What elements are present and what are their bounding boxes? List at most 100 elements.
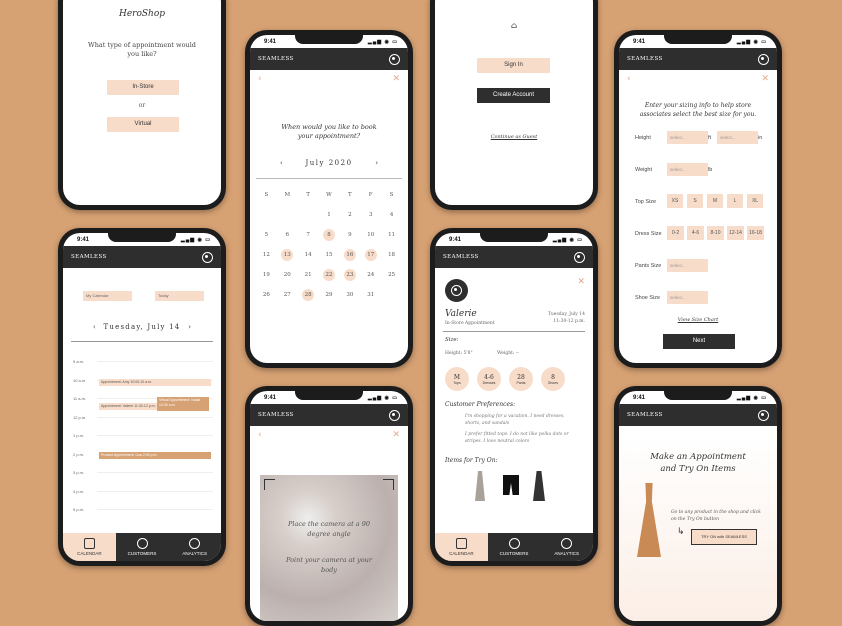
calendar-day[interactable]: 26 xyxy=(256,289,277,301)
calendar-day[interactable]: 19 xyxy=(256,269,277,281)
calendar-day[interactable]: 21 xyxy=(298,269,319,281)
calendar-day[interactable]: 30 xyxy=(339,289,360,301)
tab-analytics[interactable]: ANALYTICS xyxy=(540,533,593,561)
calendar-day[interactable]: 17 xyxy=(364,249,377,261)
time-label: 2 p.m. xyxy=(73,451,85,457)
calendar-day[interactable]: 3 xyxy=(360,209,381,221)
calendar-day[interactable]: 29 xyxy=(319,289,340,301)
top-size-option[interactable]: XS xyxy=(667,194,683,208)
phone-sizing-info: 9:41 ▂▄▆ ◉ ▭ SEAMLESS ‹ ✕ Enter your sizin… xyxy=(614,30,782,368)
calendar-day[interactable]: 2 xyxy=(339,209,360,221)
calendar-day[interactable]: 12 xyxy=(256,249,277,261)
close-icon[interactable]: ✕ xyxy=(392,430,400,440)
calendar-day[interactable]: 4 xyxy=(381,209,402,221)
calendar-day[interactable]: 8 xyxy=(322,229,335,241)
back-icon[interactable]: ‹ xyxy=(627,74,631,84)
divider xyxy=(71,341,213,342)
back-icon[interactable]: ‹ xyxy=(258,430,262,440)
height-in-select[interactable]: select... xyxy=(717,131,758,144)
time-gridline xyxy=(97,361,213,362)
calendar-day[interactable]: 16 xyxy=(343,249,356,261)
close-icon[interactable]: ✕ xyxy=(392,74,400,84)
user-icon[interactable] xyxy=(758,409,769,421)
pants-select[interactable]: select... xyxy=(667,259,708,272)
calendar-day[interactable]: 24 xyxy=(360,269,381,281)
sign-in-button[interactable]: Sign In xyxy=(477,58,550,73)
back-icon[interactable]: ‹ xyxy=(258,74,262,84)
calendar-day[interactable]: 28 xyxy=(302,289,315,301)
calendar-day[interactable]: 27 xyxy=(277,289,298,301)
tab-calendar[interactable]: CALENDAR xyxy=(435,533,488,561)
calendar-day[interactable]: 9 xyxy=(339,229,360,241)
event-valerie[interactable]: Appointment: Valerie 11:30-12 p.m. xyxy=(99,403,157,410)
user-icon[interactable] xyxy=(758,53,769,65)
tab-customers[interactable]: CUSTOMERS xyxy=(116,533,169,561)
calendar-day[interactable]: 6 xyxy=(277,229,298,241)
next-day-icon[interactable]: › xyxy=(188,323,191,331)
calendar-day[interactable]: 13 xyxy=(281,249,294,261)
virtual-button[interactable]: Virtual xyxy=(107,117,179,132)
user-icon[interactable] xyxy=(389,409,400,421)
weight-select[interactable]: select... xyxy=(667,163,708,176)
calendar-day[interactable]: 31 xyxy=(360,289,381,301)
customer-height: Height: 5'8" xyxy=(445,351,473,356)
shoe-select[interactable]: select... xyxy=(667,291,708,304)
user-icon[interactable] xyxy=(574,251,585,263)
dress-size-option[interactable]: 8-10 xyxy=(707,226,724,240)
logo: SEAMLESS xyxy=(443,254,479,260)
user-icon[interactable] xyxy=(389,53,400,65)
top-size-option[interactable]: L xyxy=(727,194,743,208)
top-size-option[interactable]: XL xyxy=(747,194,763,208)
top-size-option[interactable]: M xyxy=(707,194,723,208)
notch xyxy=(480,233,548,242)
tab-analytics[interactable]: ANALYTICS xyxy=(168,533,221,561)
event-nadia[interactable]: Virtual Appointment: Nadia 10:30 a.m. xyxy=(157,397,209,411)
prev-month-icon[interactable]: ‹ xyxy=(280,159,283,167)
calendar-day[interactable]: 20 xyxy=(277,269,298,281)
calendar-day[interactable]: 7 xyxy=(298,229,319,241)
dress-size-option[interactable]: 0-2 xyxy=(667,226,684,240)
item-dress-print[interactable] xyxy=(533,471,545,501)
calendar-day[interactable]: 22 xyxy=(322,269,335,281)
calendar-day[interactable]: 25 xyxy=(381,269,402,281)
top-size-option[interactable]: S xyxy=(687,194,703,208)
calendar-day[interactable]: 10 xyxy=(360,229,381,241)
date-filter[interactable]: Today xyxy=(155,291,204,301)
next-month-icon[interactable]: › xyxy=(375,159,378,167)
event-lisa[interactable]: Product Appointment: Lisa 2:00 p.m. xyxy=(99,452,211,459)
customers-icon xyxy=(136,538,148,549)
next-button[interactable]: Next xyxy=(663,334,735,349)
dress-size-option[interactable]: 4-6 xyxy=(687,226,704,240)
item-shorts-black[interactable] xyxy=(503,475,519,495)
user-icon[interactable] xyxy=(202,251,213,263)
tab-customers[interactable]: CUSTOMERS xyxy=(488,533,541,561)
prev-day-icon[interactable]: ‹ xyxy=(93,323,96,331)
size-category: Shoes xyxy=(548,380,558,385)
calendar-day[interactable]: 1 xyxy=(319,209,340,221)
calendar-day[interactable]: 5 xyxy=(256,229,277,241)
calendar-filter[interactable]: My Calendar xyxy=(83,291,132,301)
event-amy[interactable]: Appointment: Amy 10:00-10 a.m. xyxy=(99,379,211,386)
close-icon[interactable]: ✕ xyxy=(577,277,585,287)
calendar-day[interactable]: 15 xyxy=(319,249,340,261)
height-ft-select[interactable]: select... xyxy=(667,131,708,144)
calendar-day[interactable]: 23 xyxy=(343,269,356,281)
continue-guest-link[interactable]: Continue as Guest xyxy=(435,134,593,140)
calendar-day[interactable]: 11 xyxy=(381,229,402,241)
dress-size-option[interactable]: 12-14 xyxy=(727,226,744,240)
size-chart-link[interactable]: View Size Chart xyxy=(619,317,777,323)
calendar-day[interactable]: 18 xyxy=(381,249,402,261)
dress-size-option[interactable]: 16-18 xyxy=(747,226,764,240)
try-on-button[interactable]: TRY ON with SEAMLESS xyxy=(691,529,757,545)
camera-instruction-2: Point your camera at your body xyxy=(286,556,372,574)
in-store-button[interactable]: In-Store xyxy=(107,80,179,95)
close-icon[interactable]: ✕ xyxy=(761,74,769,84)
time-gridline xyxy=(97,490,213,492)
create-account-button[interactable]: Create Account xyxy=(477,88,550,103)
corner-mark xyxy=(383,479,394,490)
tab-analytics-label: ANALYTICS xyxy=(182,551,208,556)
calendar-day[interactable]: 14 xyxy=(298,249,319,261)
camera-viewfinder[interactable]: Place the camera at a 90 degree angle Po… xyxy=(260,475,398,621)
item-dress-grey[interactable] xyxy=(475,471,485,501)
tab-calendar[interactable]: CALENDAR xyxy=(63,533,116,561)
